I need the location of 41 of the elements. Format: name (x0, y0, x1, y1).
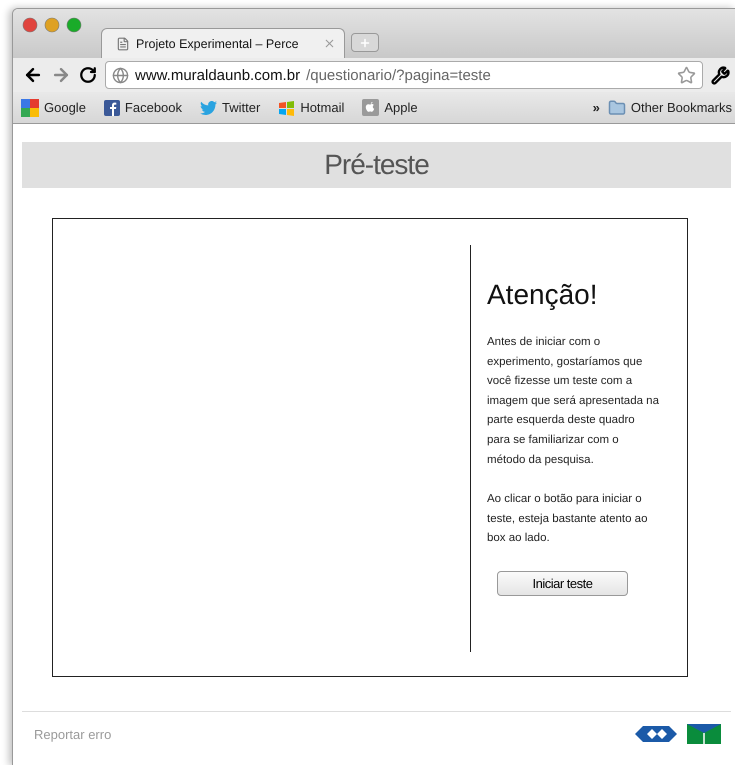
minimize-button[interactable] (44, 17, 60, 33)
flag-logo-icon (687, 724, 721, 744)
page-title: Pré-teste (22, 142, 731, 188)
google-icon (21, 98, 39, 116)
address-bar[interactable]: www.muraldaunb.com.br /questionario/?pagina=teste (105, 61, 703, 89)
zoom-button[interactable] (66, 17, 82, 33)
page-icon (116, 36, 130, 50)
star-icon[interactable] (677, 66, 696, 84)
close-button[interactable] (22, 17, 38, 33)
bookmark-label: Google (44, 100, 86, 115)
bookmark[interactable]: Twitter (200, 100, 260, 115)
back-icon[interactable] (23, 65, 43, 85)
bookmark[interactable]: Facebook (104, 100, 182, 116)
bookmark-label: Hotmail (300, 100, 344, 115)
browser-tab[interactable]: Projeto Experimental – Perce (101, 28, 345, 58)
bookmark[interactable]: Hotmail (278, 100, 344, 116)
instruction-text: Antes de iniciar com o experimento, gostaríamos que você fizesse um teste com a imagem que será apresentada na parte esquerda deste quadro para se familiarizar com o método da pesquisa. (487, 335, 659, 468)
bookmarks-overflow[interactable]: » (592, 100, 600, 115)
bookmark-label: Facebook (124, 100, 182, 115)
wrench-icon[interactable] (711, 66, 730, 84)
new-tab-button[interactable] (351, 33, 379, 52)
windows-flag-icon (278, 100, 296, 116)
bird-icon (200, 100, 218, 114)
facebook-icon (104, 100, 120, 116)
start-test-button[interactable]: Iniciar teste (497, 570, 628, 596)
reload-icon[interactable] (79, 66, 97, 84)
close-icon[interactable] (323, 37, 336, 50)
instruction-text: Ao clicar o botão para iniciar o teste, esteja bastante atento ao box ao lado. (487, 492, 648, 546)
folder-icon (608, 98, 626, 116)
other-bookmarks[interactable]: Other Bookmarks (608, 98, 732, 116)
bookmark[interactable]: Apple (362, 99, 418, 116)
apple-icon (362, 99, 380, 116)
plus-icon (359, 36, 371, 48)
bookmark[interactable]: Google (21, 98, 86, 116)
diamond-logo-icon (635, 724, 677, 744)
globe-icon (112, 66, 129, 84)
panel-heading: Atenção! (487, 279, 599, 311)
bookmark-label: Other Bookmarks (630, 100, 732, 115)
bookmark-label: Apple (384, 100, 418, 115)
forward-icon[interactable] (51, 65, 71, 85)
bookmark-label: Twitter (222, 100, 260, 115)
